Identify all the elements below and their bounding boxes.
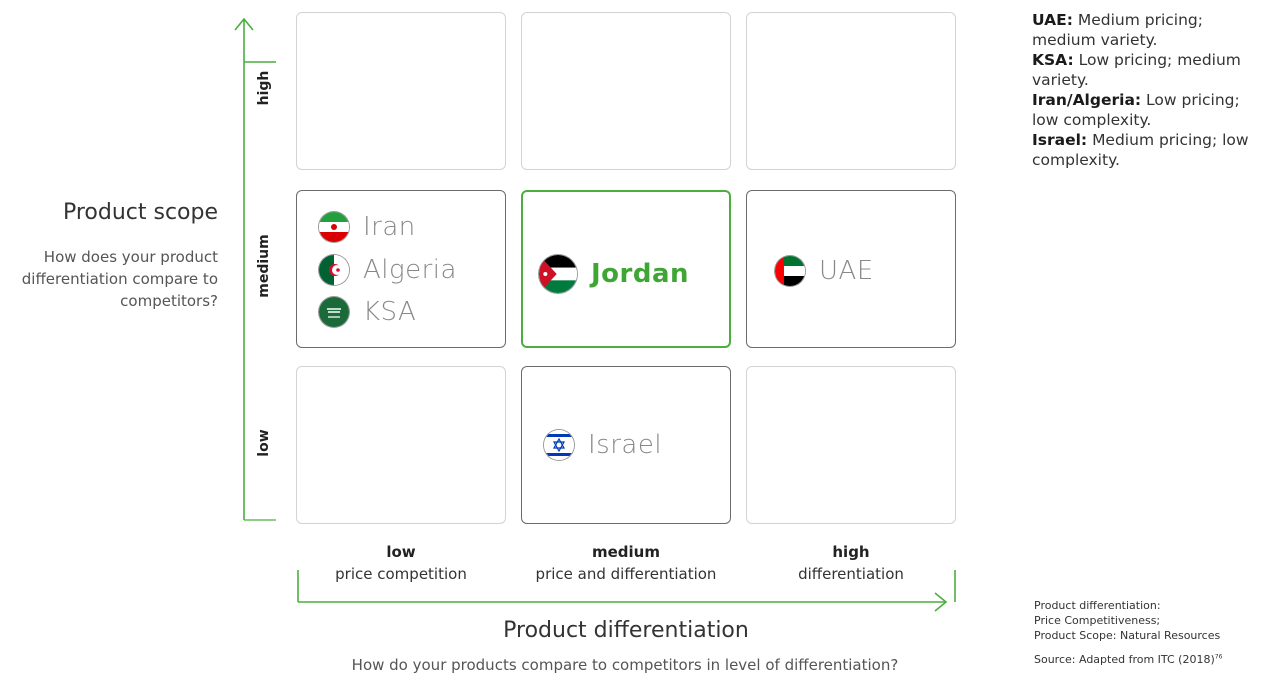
country-name: KSA — [363, 297, 417, 327]
iran-flag-icon — [319, 212, 349, 242]
note-item: UAE: Medium pricing; medium variety. — [1032, 10, 1264, 50]
cell-low-medium: Israel — [521, 366, 731, 524]
country-notes: UAE: Medium pricing; medium variety. KSA… — [1032, 10, 1264, 170]
x-desc-label: differentiation — [798, 565, 904, 583]
x-label-high: high differentiation — [746, 541, 956, 585]
list-item: UAE — [775, 256, 874, 286]
list-item: Israel — [544, 430, 662, 460]
jordan-flag-icon — [539, 255, 577, 293]
x-label-medium: medium price and differentiation — [515, 541, 737, 585]
cell-high-low — [296, 12, 506, 170]
algeria-flag-icon — [319, 255, 349, 285]
source-text: Source: Adapted from ITC (2018) — [1034, 653, 1215, 666]
note-country: Iran/Algeria: — [1032, 91, 1142, 109]
list-item: KSA — [319, 297, 416, 327]
x-desc-label: price competition — [335, 565, 467, 583]
note-country: UAE: — [1032, 11, 1073, 29]
country-name: Israel — [588, 430, 663, 460]
saudi-flag-icon — [319, 297, 349, 327]
list-item: Iran — [319, 212, 416, 242]
meta-line: Product differentiation: — [1034, 599, 1161, 612]
cell-medium-low: Iran Algeria KSA — [296, 190, 506, 348]
uae-flag-icon — [775, 256, 805, 286]
note-item: Iran/Algeria: Low pricing; low complexit… — [1032, 90, 1264, 130]
y-axis-question: How does your product differentiation co… — [21, 248, 218, 310]
x-axis-title: Product differentiation — [503, 618, 749, 643]
note-country: Israel: — [1032, 131, 1088, 149]
x-level-label: medium — [592, 543, 660, 561]
meta-line: Product Scope: Natural Resources — [1034, 629, 1221, 642]
cell-high-medium — [521, 12, 731, 170]
x-label-low: low price competition — [296, 541, 506, 585]
source-note: Source: Adapted from ITC (2018)76 — [1034, 653, 1264, 666]
country-name: Algeria — [363, 255, 457, 285]
note-item: KSA: Low pricing; medium variety. — [1032, 50, 1264, 90]
country-name-highlighted: Jordan — [591, 259, 690, 289]
list-item: Algeria — [319, 255, 457, 285]
israel-flag-icon — [544, 430, 574, 460]
note-item: Israel: Medium pricing; low complexity. — [1032, 130, 1264, 170]
source-ref: 76 — [1214, 653, 1223, 661]
y-axis-title: Product scope — [62, 200, 218, 225]
y-tick-low: low — [256, 429, 272, 457]
x-level-label: low — [386, 543, 416, 561]
cell-medium-medium: Jordan — [521, 190, 731, 348]
x-desc-label: price and differentiation — [535, 565, 717, 583]
y-tick-high: high — [256, 70, 272, 106]
cell-high-high — [746, 12, 956, 170]
meta-line: Price Competitiveness; — [1034, 614, 1161, 627]
cell-medium-high: UAE — [746, 190, 956, 348]
x-axis-question: How do your products compare to competit… — [351, 656, 899, 674]
y-tick-medium: medium — [256, 234, 272, 298]
x-level-label: high — [832, 543, 870, 561]
country-name: UAE — [819, 256, 874, 286]
list-item: Jordan — [539, 255, 689, 293]
cell-low-low — [296, 366, 506, 524]
note-country: KSA: — [1032, 51, 1074, 69]
country-name: Iran — [363, 212, 416, 242]
cell-low-high — [746, 366, 956, 524]
chart-meta: Product differentiation: Price Competiti… — [1034, 598, 1264, 643]
